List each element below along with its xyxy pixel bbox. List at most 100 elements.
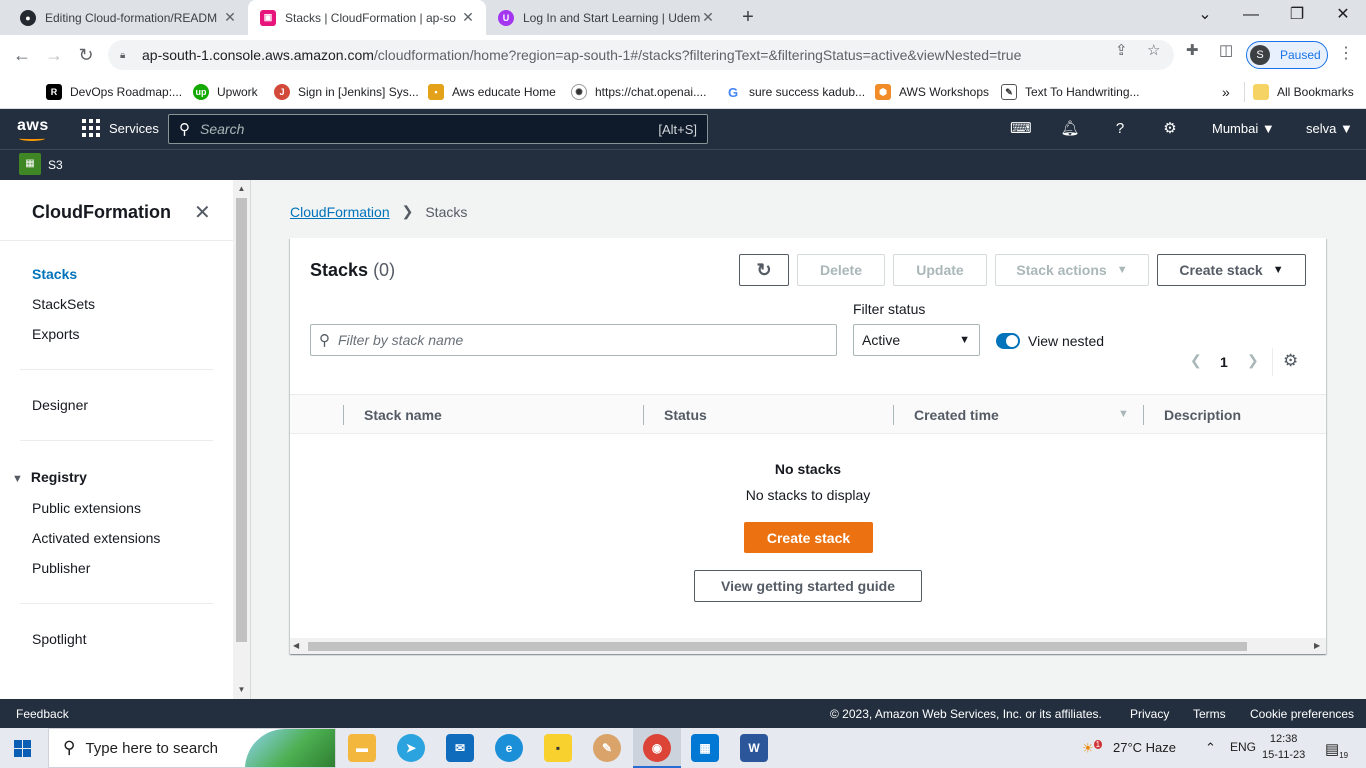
terms-link[interactable]: Terms bbox=[1193, 707, 1226, 721]
privacy-link[interactable]: Privacy bbox=[1130, 707, 1169, 721]
aws-logo[interactable]: aws bbox=[17, 117, 49, 141]
forward-button[interactable]: → bbox=[42, 43, 66, 67]
col-status[interactable]: Status bbox=[664, 407, 707, 423]
sticky-notes-icon[interactable]: ▪ bbox=[544, 734, 572, 762]
s3-icon[interactable]: ▦ bbox=[19, 153, 41, 175]
tab-udemy[interactable]: U Log In and Start Learning | Udem ✕ bbox=[486, 0, 726, 35]
next-page-icon[interactable]: ❯ bbox=[1247, 352, 1259, 369]
page-number[interactable]: 1 bbox=[1220, 354, 1228, 370]
bookmark-aws-educate[interactable]: ▪ Aws educate Home bbox=[428, 82, 556, 102]
close-icon[interactable]: ✕ bbox=[194, 200, 211, 225]
maximize-button[interactable]: ❐ bbox=[1274, 4, 1320, 28]
bookmark-jenkins[interactable]: J Sign in [Jenkins] Sys... bbox=[274, 82, 419, 102]
sidebar-item-spotlight[interactable]: Spotlight bbox=[32, 631, 86, 647]
profile-button[interactable]: S Paused bbox=[1246, 41, 1328, 69]
taskbar-search[interactable]: ⚲ Type here to search bbox=[48, 728, 336, 768]
services-button[interactable]: Services bbox=[82, 119, 159, 137]
filter-status-select[interactable]: Active ▼ bbox=[853, 324, 980, 356]
chevron-up-icon[interactable]: ⌃ bbox=[1205, 740, 1216, 756]
omnibox[interactable]: 🔒︎ ap-south-1.console.aws.amazon.com/clo… bbox=[108, 40, 1174, 70]
sort-desc-icon[interactable]: ▼ bbox=[1118, 408, 1129, 420]
stack-filter-input[interactable] bbox=[338, 332, 818, 348]
notification-center-icon[interactable]: ▤19 bbox=[1325, 740, 1348, 760]
bookmark-devops[interactable]: R DevOps Roadmap:... bbox=[46, 82, 182, 102]
close-window-button[interactable]: ✕ bbox=[1320, 4, 1366, 28]
bookmark-upwork[interactable]: up Upwork bbox=[193, 82, 258, 102]
refresh-button[interactable]: ↻ bbox=[739, 254, 789, 286]
language-indicator[interactable]: ENG bbox=[1230, 740, 1256, 754]
col-stack-name[interactable]: Stack name bbox=[364, 407, 442, 423]
bookmark-star-icon[interactable]: ☆ bbox=[1147, 41, 1160, 59]
bookmark-handwriting[interactable]: ✎ Text To Handwriting... bbox=[1001, 82, 1140, 102]
scroll-down-arrow-icon[interactable]: ▼ bbox=[233, 685, 250, 694]
registry-section-toggle[interactable]: ▼ Registry bbox=[12, 469, 87, 485]
word-icon[interactable]: W bbox=[740, 734, 768, 762]
sidebar-item-stacks[interactable]: Stacks bbox=[32, 266, 77, 282]
tab-search-icon[interactable]: ⌄ bbox=[1182, 4, 1228, 28]
view-nested-toggle[interactable] bbox=[996, 333, 1020, 349]
sidebar-item-designer[interactable]: Designer bbox=[32, 397, 88, 413]
aws-search-input[interactable] bbox=[200, 121, 640, 137]
close-icon[interactable]: ✕ bbox=[222, 9, 238, 26]
s3-favorite[interactable]: S3 bbox=[48, 158, 63, 172]
breadcrumb-cloudformation[interactable]: CloudFormation bbox=[290, 204, 390, 220]
bookmarks-overflow[interactable]: » bbox=[1222, 82, 1230, 102]
bookmark-chatgpt[interactable]: ✺ https://chat.openai.... bbox=[571, 82, 706, 102]
account-dropdown[interactable]: selva ▼ bbox=[1306, 121, 1353, 136]
settings-gear-icon[interactable]: ⚙ bbox=[1160, 119, 1180, 139]
clock[interactable]: 12:38 15-11-23 bbox=[1262, 731, 1305, 763]
mail-icon[interactable]: ✉ bbox=[446, 734, 474, 762]
delete-button[interactable]: Delete bbox=[797, 254, 885, 286]
aws-search[interactable]: ⚲ [Alt+S] bbox=[168, 114, 708, 144]
paint-icon[interactable]: ✎ bbox=[593, 734, 621, 762]
horizontal-scroll-thumb[interactable] bbox=[308, 642, 1247, 651]
column-divider[interactable] bbox=[643, 405, 644, 425]
table-horizontal-scrollbar[interactable]: ◀ ▶ bbox=[290, 638, 1326, 654]
sidebar-item-publisher[interactable]: Publisher bbox=[32, 560, 90, 576]
update-button[interactable]: Update bbox=[893, 254, 987, 286]
scroll-right-arrow-icon[interactable]: ▶ bbox=[1314, 641, 1320, 650]
notifications-bell-icon[interactable]: 🔔︎ bbox=[1060, 119, 1080, 139]
weather-text[interactable]: 27°C Haze bbox=[1113, 740, 1176, 755]
sidenav-scroll-thumb[interactable] bbox=[236, 198, 247, 642]
share-icon[interactable]: ⇪ bbox=[1115, 41, 1128, 59]
chrome-menu-icon[interactable]: ⋮ bbox=[1338, 43, 1354, 63]
cloudshell-icon[interactable]: ⌨ bbox=[1010, 119, 1032, 139]
side-panel-icon[interactable]: ◫ bbox=[1219, 41, 1233, 59]
edge-icon[interactable]: e bbox=[495, 734, 523, 762]
column-divider[interactable] bbox=[1143, 405, 1144, 425]
chrome-icon[interactable]: ◉ bbox=[643, 734, 671, 762]
prev-page-icon[interactable]: ❮ bbox=[1190, 352, 1202, 369]
weather-icon[interactable]: ☀ 1 bbox=[1082, 740, 1103, 756]
scroll-left-arrow-icon[interactable]: ◀ bbox=[293, 641, 299, 650]
tab-cloudformation[interactable]: ▣ Stacks | CloudFormation | ap-so ✕ bbox=[248, 0, 486, 35]
tab-github[interactable]: ● Editing Cloud-formation/READM ✕ bbox=[8, 0, 248, 35]
windows-start-icon[interactable] bbox=[14, 740, 31, 757]
sidebar-item-activated-extensions[interactable]: Activated extensions bbox=[32, 530, 160, 546]
scroll-up-arrow-icon[interactable]: ▲ bbox=[233, 184, 250, 193]
telegram-icon[interactable]: ➤ bbox=[397, 734, 425, 762]
close-icon[interactable]: ✕ bbox=[700, 9, 716, 26]
close-icon[interactable]: ✕ bbox=[460, 9, 476, 26]
minimize-button[interactable]: — bbox=[1228, 4, 1274, 28]
help-icon[interactable]: ? bbox=[1110, 119, 1130, 139]
col-description[interactable]: Description bbox=[1164, 407, 1241, 423]
all-bookmarks[interactable]: All Bookmarks bbox=[1244, 82, 1354, 102]
reload-button[interactable]: ↻ bbox=[74, 43, 98, 67]
feedback-link[interactable]: Feedback bbox=[16, 707, 69, 721]
sidebar-item-stacksets[interactable]: StackSets bbox=[32, 296, 95, 312]
empty-create-stack-button[interactable]: Create stack bbox=[744, 522, 873, 553]
stack-actions-button[interactable]: Stack actions ▼ bbox=[995, 254, 1149, 286]
new-tab-button[interactable]: + bbox=[736, 6, 760, 30]
preferences-gear-icon[interactable]: ⚙ bbox=[1283, 351, 1298, 371]
getting-started-guide-button[interactable]: View getting started guide bbox=[694, 570, 922, 602]
sidebar-item-public-extensions[interactable]: Public extensions bbox=[32, 500, 141, 516]
stack-filter[interactable]: ⚲ bbox=[310, 324, 837, 356]
bookmark-google[interactable]: Gsure success kadub... bbox=[725, 82, 865, 102]
store-icon[interactable]: ▦ bbox=[691, 734, 719, 762]
sidenav-title[interactable]: CloudFormation bbox=[32, 202, 171, 223]
bookmark-aws-workshops[interactable]: ⬢ AWS Workshops bbox=[875, 82, 989, 102]
column-divider[interactable] bbox=[893, 405, 894, 425]
col-created-time[interactable]: Created time bbox=[914, 407, 999, 423]
cookie-preferences-link[interactable]: Cookie preferences bbox=[1250, 707, 1354, 721]
